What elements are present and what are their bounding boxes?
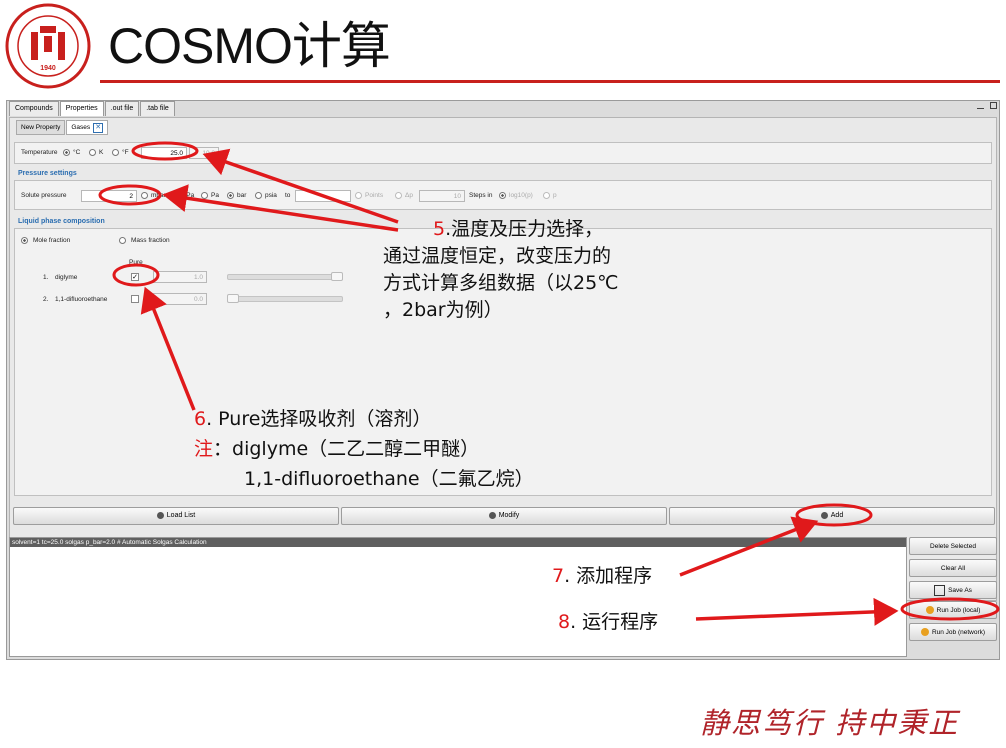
university-motto: 静思笃行 持中秉正 xyxy=(700,706,960,740)
annotation-overlay xyxy=(98,141,1000,626)
step7-annotation: 7. 添加程序 xyxy=(552,563,652,589)
step6-number: 6 xyxy=(194,408,207,430)
arrow-temperature xyxy=(202,148,399,224)
arrow-pressure xyxy=(162,184,399,232)
arrow-add xyxy=(679,516,819,577)
note-annotation: 注：diglyme（二乙二醇二甲醚） xyxy=(194,436,479,462)
step7-text: . 添加程序 xyxy=(564,565,653,587)
step8-text: . 运行程序 xyxy=(570,611,659,633)
step5-line1: .温度及压力选择， xyxy=(445,218,604,240)
note-label: 注 xyxy=(194,438,214,460)
arrow-pure xyxy=(140,286,196,411)
step5-line2: 通过温度恒定，改变压力的 xyxy=(383,245,612,267)
step6-annotation: 6. Pure选择吸收剂（溶剂） xyxy=(194,406,431,432)
step7-number: 7 xyxy=(552,565,565,587)
pressure-highlight xyxy=(98,184,162,206)
note-line2: 1,1-difluoroethane（二氟乙烷） xyxy=(244,468,534,490)
run-local-highlight xyxy=(900,597,1000,621)
step5-annotation: 5.温度及压力选择， xyxy=(433,216,603,242)
arrow-run xyxy=(695,597,899,626)
step8-number: 8 xyxy=(558,611,571,633)
temperature-highlight xyxy=(131,141,199,161)
pure-highlight xyxy=(112,263,160,287)
step5-line3: 方式计算多组数据（以25℃ xyxy=(383,272,619,294)
add-highlight xyxy=(795,503,873,527)
step5-number: 5 xyxy=(433,218,446,240)
note-line1: ：diglyme（二乙二醇二甲醚） xyxy=(213,438,480,460)
step8-annotation: 8. 运行程序 xyxy=(558,609,658,635)
step6-line1: . Pure选择吸收剂（溶剂） xyxy=(206,408,432,430)
step5-line4: ，2bar为例） xyxy=(383,299,503,321)
